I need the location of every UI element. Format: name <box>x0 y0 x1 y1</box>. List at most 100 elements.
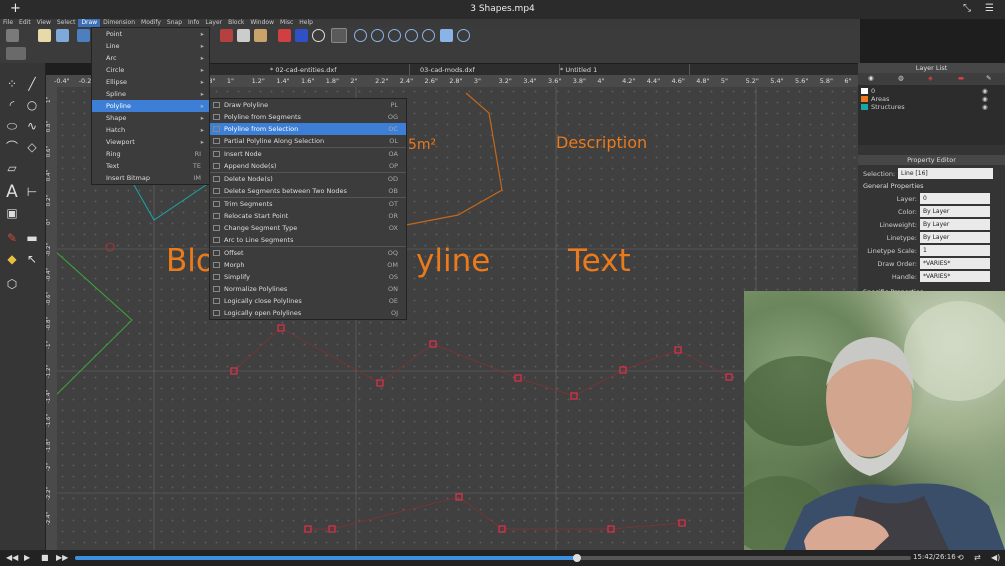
polyline-menu-item-simplify[interactable]: Simplify OS <box>210 271 406 283</box>
menu-select[interactable]: Select <box>54 19 79 27</box>
eye-icon[interactable]: ◉ <box>982 103 988 111</box>
property-value-field[interactable]: 1 <box>920 245 990 256</box>
ellipse-tool-icon[interactable]: ⬭ <box>3 117 21 135</box>
spline-tool-icon[interactable]: ∿ <box>23 117 41 135</box>
menu-info[interactable]: Info <box>185 19 202 27</box>
cut-icon[interactable] <box>220 29 233 42</box>
zoom-selection-icon[interactable] <box>422 29 435 42</box>
polyline-menu-item-trim-segments[interactable]: Trim Segments OT <box>210 198 406 210</box>
polyline-tool-icon[interactable]: ⌒ <box>3 138 21 156</box>
draw-menu-item-ring[interactable]: Ring RI <box>92 148 209 160</box>
draw-menu-item-spline[interactable]: Spline ▸ <box>92 88 209 100</box>
polyline-menu-item-relocate-start-point[interactable]: Relocate Start Point OR <box>210 210 406 222</box>
circle-tool-icon[interactable] <box>312 29 325 42</box>
layer-lock-icon[interactable]: ◍ <box>898 74 904 82</box>
shape-tool-icon[interactable]: ◇ <box>23 138 41 156</box>
polyline-menu-item-normalize-polylines[interactable]: Normalize Polylines ON <box>210 283 406 295</box>
volume-icon[interactable]: ◀) <box>991 553 1000 562</box>
polyline-menu-item-append-node-s-[interactable]: Append Node(s) OP <box>210 160 406 172</box>
draw-menu-item-insert-bitmap[interactable]: Insert Bitmap IM <box>92 172 209 184</box>
layer-row[interactable]: Areas ◉ <box>858 95 1005 103</box>
polyline-menu-item-logically-open-polylines[interactable]: Logically open Polylines OJ <box>210 307 406 319</box>
draw-menu-item-arc[interactable]: Arc ▸ <box>92 52 209 64</box>
zoom-pan-icon[interactable] <box>457 29 470 42</box>
select-entity-icon[interactable]: ↖ <box>23 250 41 268</box>
copy-icon[interactable] <box>237 29 250 42</box>
layer-visibility-icon[interactable]: ◉ <box>868 74 874 82</box>
eye-icon[interactable]: ◉ <box>982 95 988 103</box>
zoom-window-icon[interactable] <box>440 29 453 42</box>
play-icon[interactable]: ▶ <box>24 553 30 562</box>
polyline-menu-item-polyline-from-segments[interactable]: Polyline from Segments OG <box>210 111 406 123</box>
open-file-icon[interactable] <box>56 29 69 42</box>
layer-row[interactable]: Structures ◉ <box>858 103 1005 111</box>
property-value-field[interactable]: By Layer <box>920 232 990 243</box>
add-layer-icon[interactable]: ◈ <box>928 74 933 82</box>
draw-menu-item-viewport[interactable]: Viewport ▸ <box>92 136 209 148</box>
save-icon[interactable] <box>77 29 90 42</box>
polyline-menu-item-polyline-from-selection[interactable]: Polyline from Selection OC <box>210 123 406 135</box>
draw-menu-item-ellipse[interactable]: Ellipse ▸ <box>92 76 209 88</box>
select-tool-icon[interactable] <box>6 29 19 42</box>
selection-select[interactable]: Line [16] <box>898 168 993 179</box>
draw-menu-item-line[interactable]: Line ▸ <box>92 40 209 52</box>
rewind-icon[interactable]: ◀◀ <box>6 553 18 562</box>
polyline-menu-item-arc-to-line-segments[interactable]: Arc to Line Segments <box>210 234 406 246</box>
polyline-menu-item-insert-node[interactable]: Insert Node OA <box>210 148 406 160</box>
polyline-menu-item-morph[interactable]: Morph OM <box>210 259 406 271</box>
loop-icon[interactable]: ⟲ <box>957 553 964 562</box>
menu-view[interactable]: View <box>34 19 54 27</box>
draw-menu-item-circle[interactable]: Circle ▸ <box>92 64 209 76</box>
property-value-field[interactable]: By Layer <box>920 219 990 230</box>
rect-tool-icon[interactable] <box>295 29 308 42</box>
paste-icon[interactable] <box>254 29 267 42</box>
menu-block[interactable]: Block <box>225 19 247 27</box>
polyline-menu-item-delete-node-s-[interactable]: Delete Node(s) OD <box>210 173 406 185</box>
line-tool-icon[interactable]: ╱ <box>23 75 41 93</box>
draw-menu-item-point[interactable]: Point ▸ <box>92 28 209 40</box>
measure-tool-icon[interactable]: ▬ <box>23 229 41 247</box>
zoom-previous-icon[interactable] <box>405 29 418 42</box>
progress-knob[interactable] <box>572 554 581 562</box>
polyline-menu-item-offset[interactable]: Offset OQ <box>210 247 406 259</box>
layer-row[interactable]: 0 ◉ <box>858 87 1005 95</box>
new-file-icon[interactable] <box>38 29 51 42</box>
draw-menu-item-text[interactable]: Text TE <box>92 160 209 172</box>
circle-tool-icon[interactable]: ○ <box>23 96 41 114</box>
draw-menu-item-shape[interactable]: Shape ▸ <box>92 112 209 124</box>
line-tool-icon[interactable] <box>278 29 291 42</box>
draw-menu-item-hatch[interactable]: Hatch ▸ <box>92 124 209 136</box>
polyline-menu-item-delete-segments-between-two-nodes[interactable]: Delete Segments between Two Nodes OB <box>210 185 406 197</box>
property-value-field[interactable]: *VARIES* <box>920 258 990 269</box>
zoom-in-icon[interactable] <box>354 29 367 42</box>
remove-layer-icon[interactable]: ▬ <box>958 74 964 82</box>
menu-snap[interactable]: Snap <box>164 19 185 27</box>
shuffle-icon[interactable]: ⇄ <box>974 553 981 562</box>
polyline-menu-item-change-segment-type[interactable]: Change Segment Type OX <box>210 222 406 234</box>
menu-icon[interactable]: ☰ <box>985 3 994 14</box>
text-tool-icon[interactable]: A <box>3 183 21 201</box>
menu-misc[interactable]: Misc <box>277 19 296 27</box>
eye-icon[interactable]: ◉ <box>982 87 988 95</box>
fullscreen-exit-icon[interactable]: ⤡ <box>963 3 971 14</box>
menu-layer[interactable]: Layer <box>202 19 225 27</box>
point-tool-icon[interactable]: ⁘ <box>3 75 21 93</box>
snap-toggle-icon[interactable] <box>6 47 26 60</box>
block-tool-icon[interactable]: ◆ <box>3 250 21 268</box>
polyline-menu-item-logically-close-polylines[interactable]: Logically close Polylines OE <box>210 295 406 307</box>
menu-modify[interactable]: Modify <box>138 19 164 27</box>
dimension-tool-icon[interactable]: ⊢ <box>23 183 41 201</box>
zoom-out-icon[interactable] <box>371 29 384 42</box>
menu-file[interactable]: File <box>0 19 16 27</box>
menu-draw[interactable]: Draw <box>78 19 101 27</box>
hatch-tool-icon[interactable]: ▱ <box>3 159 21 177</box>
property-value-field[interactable]: *VARIES* <box>920 271 990 282</box>
arc-tool-icon[interactable]: ◜ <box>3 96 21 114</box>
property-value-field[interactable]: 0 <box>920 193 990 204</box>
polyline-menu-item-partial-polyline-along-selection[interactable]: Partial Polyline Along Selection OL <box>210 135 406 147</box>
progress-bar[interactable] <box>75 554 911 562</box>
draw-menu-item-polyline[interactable]: Polyline ▸ <box>92 100 209 112</box>
forward-icon[interactable]: ▶▶ <box>56 553 68 562</box>
zoom-auto-icon[interactable] <box>388 29 401 42</box>
polyline-menu-item-draw-polyline[interactable]: Draw Polyline PL <box>210 99 406 111</box>
